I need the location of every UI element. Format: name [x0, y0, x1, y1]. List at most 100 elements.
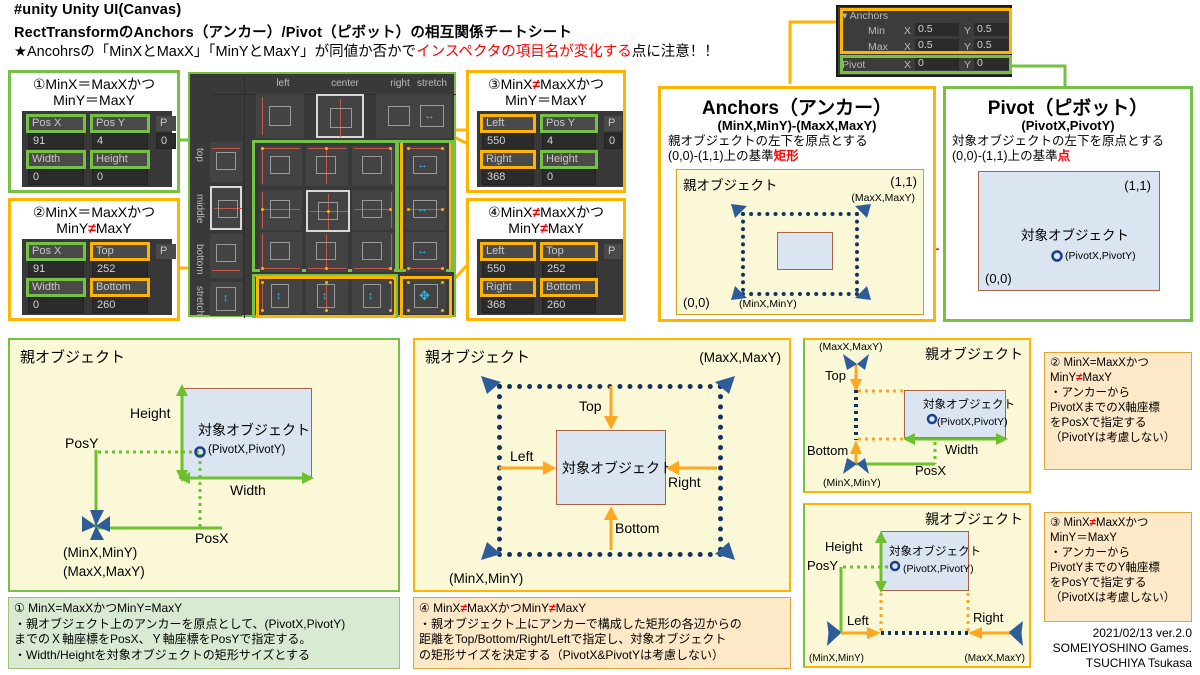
caption-3-a: ③ MinX [1050, 517, 1090, 529]
anchor-max-label: (MaxX,MaxY) [63, 564, 145, 579]
highlight-green [26, 242, 86, 261]
preset-tile-top-right[interactable] [352, 146, 394, 186]
case-1-title: ①MinX＝MaxXかつ MinY＝MaxY [32, 76, 156, 108]
bottom-label: Bottom [807, 443, 849, 458]
preset-tile-bottom-left[interactable] [260, 232, 302, 272]
case-4-title: ④MinX≠MaxXかつ MinY≠MaxY [469, 201, 623, 236]
right-label: Right [668, 474, 701, 490]
field-value[interactable]: 0 [28, 297, 84, 313]
page-title-line1: #unity Unity UI(Canvas) [14, 2, 182, 18]
left-label: Left [510, 448, 534, 464]
field-value[interactable]: 4 [92, 133, 148, 149]
preset-tile-bottom-right[interactable] [352, 232, 394, 272]
preset-tile-top-left[interactable] [260, 146, 302, 186]
preset-tile-stretch-center[interactable]: ↕ [306, 280, 348, 314]
anchors-desc-b: (0,0)-(1,1)上の基準 [668, 149, 774, 163]
field-value[interactable]: 0 [28, 169, 84, 185]
preset-tile-stretch-right[interactable]: ↕ [352, 280, 394, 314]
preset-preview-stretch-h[interactable]: ↔ [412, 94, 452, 138]
preset-preview-bottom[interactable] [210, 234, 242, 278]
caption-case-4: ④ MinX≠MaxXかつMinY≠MaxY ・親オブジェクト上にアンカーで構成… [413, 597, 791, 669]
target-object-rect [777, 232, 833, 270]
highlight-orange [480, 150, 536, 169]
preset-tile-stretch-left[interactable]: ↕ [260, 280, 302, 314]
diagram-case-2: 親オブジェクト (MaxX,MaxY) (MinX,MinY) 対象オブジェクト… [803, 338, 1031, 493]
height-label: Height [825, 539, 863, 554]
arrow-ud-icon: ↕ [322, 290, 328, 302]
field-label-cut: P [156, 244, 176, 259]
case-1-inspector: Pos X 91 Pos Y 4 P 0 Width 0 Height 0 [22, 111, 176, 187]
field-value[interactable]: 550 [482, 261, 534, 277]
preset-tile-top-center[interactable] [306, 146, 348, 186]
case-3-inspector: Left 550 Pos Y 4 P 0 Right 368 Height 0 [477, 111, 623, 187]
highlight-orange-anchors [840, 8, 1012, 54]
pivot-dot-icon [1051, 250, 1063, 262]
field-value[interactable]: 260 [92, 297, 148, 313]
highlight-green [26, 150, 86, 169]
caption-case-3: ③ MinX≠MaxXかつ MinY＝MaxY ・アンカーから PivotYまで… [1044, 512, 1192, 622]
preset-tile-bottom-stretch[interactable]: ↔ [406, 232, 446, 272]
arrow-lr-icon: ↔ [417, 245, 428, 257]
diagram-4-vectors [481, 376, 735, 560]
field-value[interactable]: 91 [28, 261, 84, 277]
field-value[interactable]: 252 [542, 261, 596, 277]
field-value-cut[interactable]: 0 [604, 133, 622, 149]
note-text-highlight: インスペクタの項目名が変化する [416, 44, 632, 60]
anchors-box-subtitle: (MinX,MinY)-(MaxX,MaxY) [717, 118, 877, 133]
field-value[interactable]: 550 [482, 133, 534, 149]
case-1-panel: ①MinX＝MaxXかつ MinY＝MaxY Pos X 91 Pos Y 4 … [8, 70, 180, 193]
preset-row-header-stretch: stretch [194, 285, 205, 316]
posx-label: PosX [915, 463, 947, 478]
preset-tile-middle-right[interactable] [352, 190, 394, 230]
field-value[interactable]: 0 [92, 169, 148, 185]
anchors-box-desc-2: (0,0)-(1,1)上の基準矩形 [668, 149, 934, 164]
highlight-green [540, 114, 598, 133]
page-title-line2: RectTransformのAnchors（アンカー）/Pivot（ピボット）の… [14, 25, 573, 41]
preset-preview-left[interactable] [256, 94, 304, 138]
posy-label: PosY [65, 435, 99, 451]
highlight-green [90, 150, 150, 169]
preset-tile-bottom-center[interactable] [306, 232, 348, 272]
highlight-orange [480, 242, 536, 261]
field-value[interactable]: 368 [482, 297, 534, 313]
caption-4-b: MaxXかつMinY [467, 601, 550, 615]
pivot-desc-b: (0,0)-(1,1)上の基準 [952, 149, 1058, 163]
highlight-green-pivot [840, 55, 1012, 74]
preset-tile-stretch-stretch[interactable]: ✥ [406, 280, 446, 314]
field-value-cut[interactable]: 0 [156, 133, 176, 149]
posx-label: PosX [195, 530, 229, 546]
field-value[interactable]: 252 [92, 261, 148, 277]
pivot-point-label: (PivotX,PivotY) [208, 444, 286, 456]
pivot-object-rect: (1,1) 対象オブジェクト (PivotX,PivotY) (0,0) [978, 171, 1160, 291]
field-value[interactable]: 260 [542, 297, 596, 313]
field-value[interactable]: 91 [28, 133, 84, 149]
field-label-cut: P [604, 244, 622, 259]
field-value[interactable]: 368 [482, 169, 534, 185]
width-label: Width [945, 442, 979, 457]
arrow-lr-icon: ↔ [417, 159, 428, 171]
field-value[interactable]: 0 [542, 169, 596, 185]
preset-preview-stretch-v[interactable]: ↕ [210, 282, 242, 316]
right-label: Right [973, 610, 1004, 625]
grid-divider [244, 76, 245, 318]
preset-row-header-top: top [194, 148, 205, 162]
highlight-green [26, 278, 86, 297]
anchor-min-label: (MinX,MinY) [63, 545, 138, 560]
preset-tile-top-stretch[interactable]: ↔ [406, 146, 446, 186]
case-2-title-b: MaxY [95, 220, 132, 236]
anchors-box-title: Anchors（アンカー） [701, 98, 893, 119]
anchor-presets-grid[interactable]: left center right stretch top middle bot… [188, 72, 456, 318]
preset-preview-middle[interactable] [210, 186, 242, 230]
field-value[interactable]: 4 [542, 133, 596, 149]
preset-row-header-middle: middle [194, 194, 205, 224]
preset-tile-middle-stretch[interactable]: ↔ [406, 190, 446, 230]
preset-tile-middle-left[interactable] [260, 190, 302, 230]
caption-3-b: MaxXかつ MinY＝MaxY ・アンカーから PivotYまでのY軸座標 を… [1050, 517, 1176, 604]
case-3-title-a: ③MinX [488, 76, 533, 92]
preset-preview-center[interactable] [316, 94, 364, 138]
preset-tile-middle-center[interactable] [306, 190, 350, 232]
highlight-green [540, 150, 598, 169]
preset-preview-top[interactable] [210, 142, 242, 182]
highlight-orange [540, 278, 598, 297]
case-2-title: ②MinX＝MaxXかつ MinY≠MaxY [11, 201, 177, 236]
